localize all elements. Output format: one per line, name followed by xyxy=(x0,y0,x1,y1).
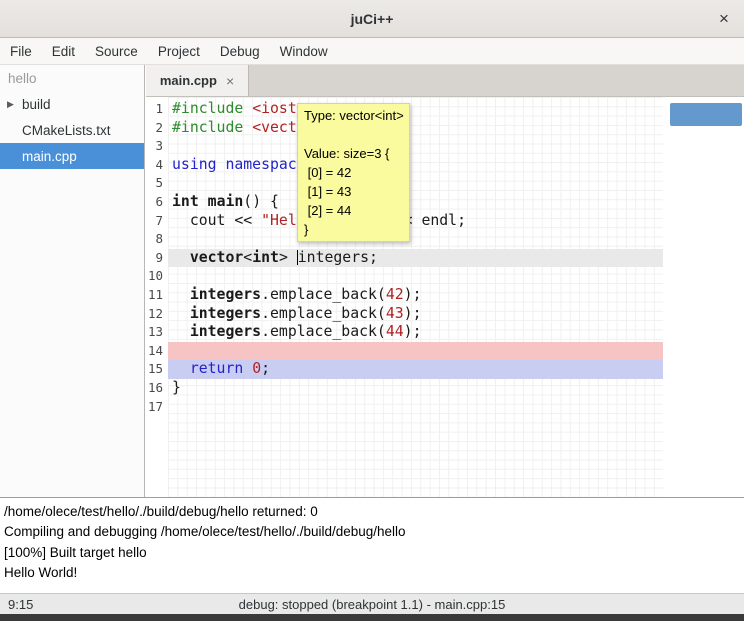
line-number: 13 xyxy=(146,323,168,342)
debug-tooltip: Type: vector<int> Value: size=3 { [0] = … xyxy=(297,103,410,242)
menu-bar: FileEditSourceProjectDebugWindow xyxy=(0,38,744,65)
line-number: 5 xyxy=(146,174,168,193)
menu-item-project[interactable]: Project xyxy=(148,44,210,59)
window-title: juCi++ xyxy=(351,11,394,27)
code-text xyxy=(168,174,663,193)
menu-item-edit[interactable]: Edit xyxy=(42,44,85,59)
output-line: /home/olece/test/hello/./build/debug/hel… xyxy=(4,502,744,522)
code-line[interactable]: 12 integers.emplace_back(43); xyxy=(146,305,663,324)
line-number: 16 xyxy=(146,379,168,398)
status-bar: 9:15 debug: stopped (breakpoint 1.1) - m… xyxy=(0,593,744,614)
code-text: return 0; xyxy=(168,360,663,379)
code-text: #include <vector> xyxy=(168,119,663,138)
menu-item-window[interactable]: Window xyxy=(270,44,338,59)
tooltip-line xyxy=(304,125,403,144)
tab-main-cpp[interactable]: main.cpp × xyxy=(146,65,249,96)
sidebar-item-main-cpp[interactable]: main.cpp xyxy=(0,143,144,169)
expander-icon[interactable]: ▶ xyxy=(7,99,14,110)
code-line[interactable]: 15 return 0; xyxy=(146,360,663,379)
code-line[interactable]: 13 integers.emplace_back(44); xyxy=(146,323,663,342)
code-line[interactable]: 17 xyxy=(146,398,663,417)
tooltip-line: [0] = 42 xyxy=(304,163,403,182)
line-number: 3 xyxy=(146,137,168,156)
code-text: integers.emplace_back(44); xyxy=(168,323,663,342)
code-text xyxy=(168,267,663,286)
scrollbar-thumb[interactable] xyxy=(670,103,742,126)
output-panel[interactable]: /home/olece/test/hello/./build/debug/hel… xyxy=(0,497,744,593)
line-number: 11 xyxy=(146,286,168,305)
line-number: 6 xyxy=(146,193,168,212)
sidebar-item-build[interactable]: ▶ build xyxy=(0,91,144,117)
bottom-strip xyxy=(0,614,744,621)
tooltip-line: Type: vector<int> xyxy=(304,106,403,125)
menu-item-source[interactable]: Source xyxy=(85,44,148,59)
project-selector[interactable]: hello xyxy=(0,65,144,91)
code-text: integers.emplace_back(43); xyxy=(168,305,663,324)
line-number: 9 xyxy=(146,249,168,268)
code-text: } xyxy=(168,379,663,398)
tooltip-line: [2] = 44 xyxy=(304,201,403,220)
line-number: 14 xyxy=(146,342,168,361)
status-message: debug: stopped (breakpoint 1.1) - main.c… xyxy=(0,597,744,612)
code-text: #include <iostream> xyxy=(168,100,663,119)
sidebar-item-cmakelists-txt[interactable]: CMakeLists.txt xyxy=(0,117,144,143)
output-line: [100%] Built target hello xyxy=(4,543,744,563)
code-text xyxy=(168,342,663,361)
code-text: int main() { xyxy=(168,193,663,212)
code-text xyxy=(168,398,663,417)
code-text: using namespace std; xyxy=(168,156,663,175)
file-label: main.cpp xyxy=(22,149,77,164)
tab-label: main.cpp xyxy=(160,73,217,88)
tab-close-icon[interactable]: × xyxy=(226,73,234,89)
output-line: Compiling and debugging /home/olece/test… xyxy=(4,522,744,542)
code-line[interactable]: 14 xyxy=(146,342,663,361)
line-number: 17 xyxy=(146,398,168,417)
tooltip-line: } xyxy=(304,220,403,239)
tooltip-line: [1] = 43 xyxy=(304,182,403,201)
file-label: build xyxy=(22,97,51,112)
code-line[interactable]: 11 integers.emplace_back(42); xyxy=(146,286,663,305)
line-number: 2 xyxy=(146,119,168,138)
editor-area: main.cpp × 1#include <iostream>2#include… xyxy=(146,65,744,497)
line-number: 10 xyxy=(146,267,168,286)
line-number: 15 xyxy=(146,360,168,379)
menu-item-debug[interactable]: Debug xyxy=(210,44,270,59)
code-editor[interactable]: 1#include <iostream>2#include <vector>34… xyxy=(146,97,744,497)
code-line[interactable]: 16} xyxy=(146,379,663,398)
code-text xyxy=(168,137,663,156)
code-line[interactable]: 9 vector<int> integers; xyxy=(146,249,663,268)
line-number: 7 xyxy=(146,212,168,231)
line-number: 8 xyxy=(146,230,168,249)
code-text: integers.emplace_back(42); xyxy=(168,286,663,305)
tab-bar: main.cpp × xyxy=(146,65,744,97)
line-number: 4 xyxy=(146,156,168,175)
menu-item-file[interactable]: File xyxy=(0,44,42,59)
tooltip-line: Value: size=3 { xyxy=(304,144,403,163)
sidebar: hello ▶ build CMakeLists.txt main.cpp xyxy=(0,65,145,497)
line-number: 1 xyxy=(146,100,168,119)
code-text: cout << "Hello World!" << endl; xyxy=(168,212,663,231)
code-text: vector<int> integers; xyxy=(168,249,663,268)
code-line[interactable]: 10 xyxy=(146,267,663,286)
file-label: CMakeLists.txt xyxy=(22,123,111,138)
file-tree: ▶ build CMakeLists.txt main.cpp xyxy=(0,91,144,169)
output-line: Hello World! xyxy=(4,563,744,583)
code-text xyxy=(168,230,663,249)
line-number: 12 xyxy=(146,305,168,324)
title-bar: juCi++ × xyxy=(0,0,744,38)
close-icon[interactable]: × xyxy=(714,9,734,29)
